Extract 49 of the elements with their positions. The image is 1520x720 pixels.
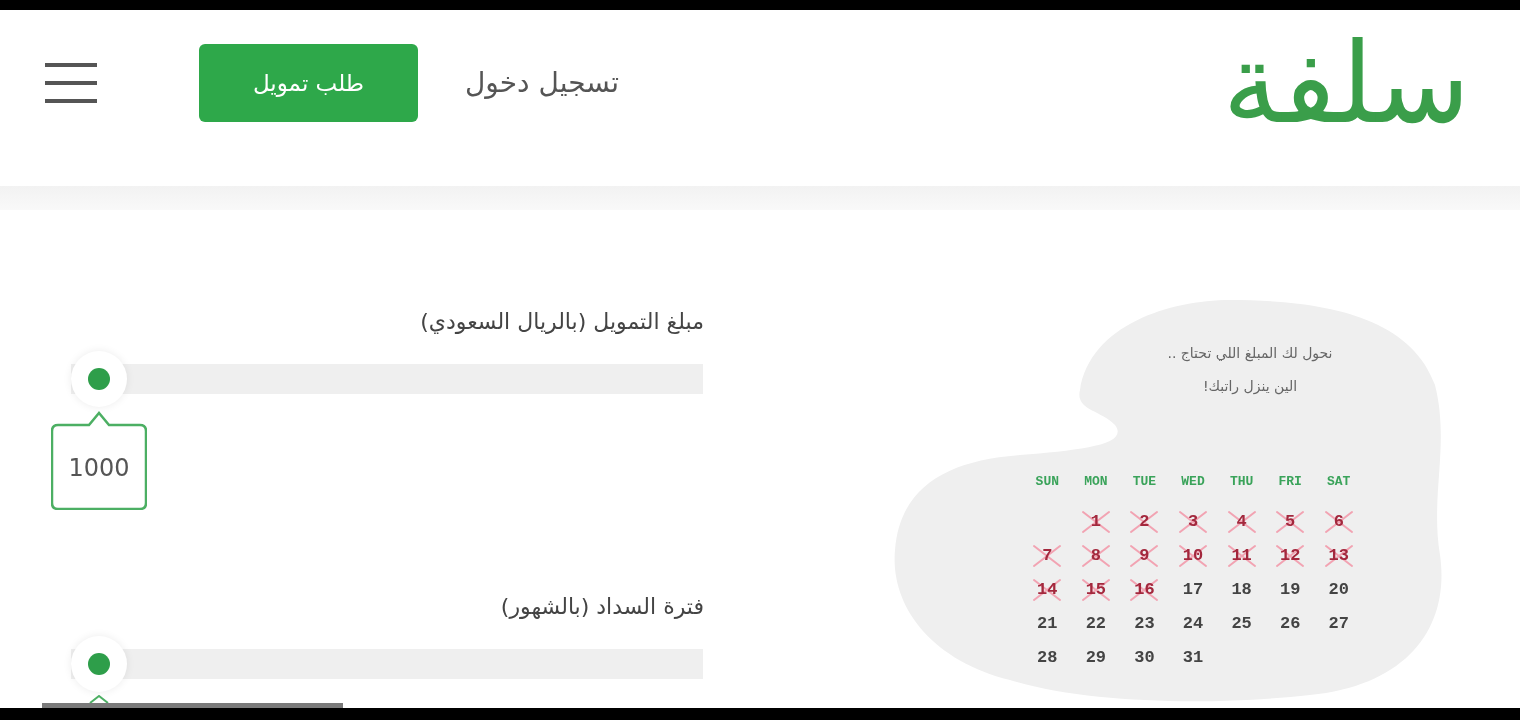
slider-label: فترة السداد (بالشهور) bbox=[499, 593, 704, 621]
calendar-day: 28 bbox=[1037, 647, 1058, 669]
calendar-day: 5 bbox=[1285, 511, 1296, 533]
calendar-day: 13 bbox=[1328, 545, 1349, 567]
calendar-day: 17 bbox=[1182, 579, 1204, 601]
calendar-day: 19 bbox=[1279, 579, 1301, 601]
calendar-day: 30 bbox=[1134, 647, 1155, 669]
slider-label: مبلغ التمويل (بالريال السعودي) bbox=[419, 308, 704, 336]
range-slider[interactable] bbox=[71, 636, 703, 692]
calendar-day: 18 bbox=[1231, 579, 1252, 601]
calendar-day: 8 bbox=[1090, 545, 1101, 567]
weekday-label: THU bbox=[1229, 473, 1254, 491]
weekday-label: FRI bbox=[1278, 473, 1302, 491]
calendar-day: 12 bbox=[1279, 545, 1301, 567]
calendar-day: 21 bbox=[1037, 613, 1058, 635]
weekday-label: SAT bbox=[1327, 473, 1351, 491]
calendar-day: 14 bbox=[1037, 579, 1058, 601]
tagline-text: نحول لك المبلغ اللي تحتاج .. الين ينزل راتبك! bbox=[1166, 344, 1334, 397]
calendar-day: 29 bbox=[1085, 647, 1107, 669]
calendar-day: 1 bbox=[1090, 511, 1101, 533]
calendar-day: 15 bbox=[1085, 579, 1107, 601]
calendar-day: 6 bbox=[1333, 511, 1344, 533]
calendar-day: 31 bbox=[1182, 647, 1204, 669]
menu-icon[interactable] bbox=[45, 63, 97, 103]
calendar-day: 16 bbox=[1134, 579, 1155, 601]
calendar-day: 9 bbox=[1139, 545, 1150, 567]
calendar-day: 26 bbox=[1279, 613, 1301, 635]
calendar-day: 24 bbox=[1182, 613, 1204, 635]
range-slider[interactable] bbox=[71, 351, 703, 407]
calendar-day: 11 bbox=[1231, 545, 1252, 567]
calendar-day: 3 bbox=[1187, 511, 1199, 533]
calendar-day: 10 bbox=[1182, 545, 1204, 567]
calendar-day: 7 bbox=[1042, 545, 1053, 567]
calendar-day: 25 bbox=[1231, 613, 1252, 635]
login-link[interactable]: تسجيل دخول bbox=[465, 62, 619, 104]
weekday-label: MON bbox=[1084, 473, 1108, 491]
calendar-day: 20 bbox=[1328, 579, 1349, 601]
request-financing-button[interactable]: طلب تمويل bbox=[199, 44, 418, 122]
calendar-day: 22 bbox=[1085, 613, 1107, 635]
calendar-day: 4 bbox=[1236, 511, 1247, 533]
calendar-day: 23 bbox=[1134, 613, 1155, 635]
weekday-label: TUE bbox=[1132, 473, 1157, 491]
weekday-label: WED bbox=[1181, 473, 1205, 491]
value-tooltip: 1000 bbox=[51, 410, 147, 510]
weekday-label: SUN bbox=[1035, 473, 1059, 491]
brand-logo[interactable]: سلفة bbox=[1222, 29, 1470, 137]
tooltip-pointer-icon bbox=[89, 695, 109, 703]
calendar-day: 27 bbox=[1328, 613, 1349, 635]
calendar-day: 2 bbox=[1139, 511, 1150, 533]
